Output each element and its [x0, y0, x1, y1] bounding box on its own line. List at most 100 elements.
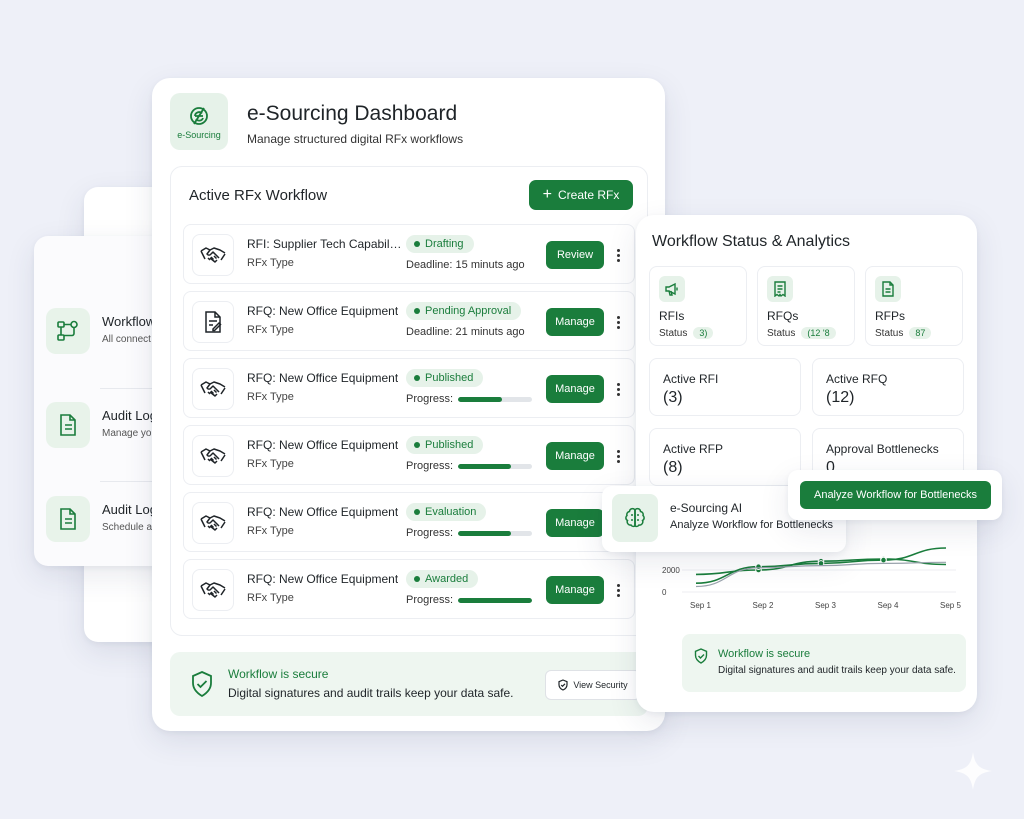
create-rfx-button[interactable]: + Create RFx	[529, 180, 633, 210]
stat-status-label: Status	[767, 327, 796, 339]
handshake-icon	[192, 569, 234, 611]
x-tick-label: Sep 5	[940, 601, 961, 610]
status-badge: Published	[406, 436, 484, 454]
rfx-row[interactable]: RFQ: New Office Equipment RFx Type Publish…	[183, 358, 635, 418]
progress-bar	[458, 463, 533, 469]
more-options-icon[interactable]	[612, 580, 624, 600]
x-tick-label: Sep 4	[878, 601, 899, 610]
status-badge: Awarded	[406, 570, 479, 588]
more-options-icon[interactable]	[612, 245, 624, 265]
status-dot	[414, 442, 420, 448]
audit-document-icon	[46, 402, 90, 448]
x-tick-label: Sep 1	[690, 601, 711, 610]
rfx-action-button[interactable]: Manage	[546, 576, 604, 604]
brain-icon	[612, 494, 658, 542]
back-card-subtitle: All connect	[102, 334, 151, 345]
rfx-type: RFx Type	[247, 324, 294, 336]
more-options-icon[interactable]	[612, 312, 624, 332]
analytics-card: Workflow Status & Analytics RFIs Status 3…	[636, 215, 977, 712]
progress-bar	[458, 396, 533, 402]
stat-card-rfis[interactable]: RFIs Status 3)	[649, 266, 747, 346]
progress-bar	[458, 597, 533, 603]
status-text: Awarded	[425, 573, 469, 585]
more-options-icon[interactable]	[612, 379, 624, 399]
y-tick-label: 0	[662, 588, 667, 597]
shield-icon	[558, 679, 568, 691]
status-text: Published	[425, 372, 474, 384]
status-dot	[414, 308, 420, 314]
status-text: Published	[425, 439, 474, 451]
deadline-label: Deadline: 15 minuts ago	[406, 259, 525, 271]
megaphone-icon	[659, 276, 685, 302]
back-card-title: Workflow	[102, 314, 156, 329]
stat-card-rfps[interactable]: RFPs Status 87	[865, 266, 963, 346]
logo: e-Sourcing	[170, 93, 228, 150]
status-dot	[414, 375, 420, 381]
rfx-action-button[interactable]: Manage	[546, 308, 604, 336]
analyze-workflow-button[interactable]: Analyze Workflow for Bottlenecks	[800, 481, 991, 509]
progress-label: Progress:	[406, 594, 454, 606]
create-rfx-label: Create RFx	[557, 188, 620, 202]
security-text: Digital signatures and audit trails keep…	[228, 686, 514, 700]
stat-status-label: Status	[875, 327, 904, 339]
stat-badge: 87	[909, 327, 932, 339]
metric-label: Active RFP	[663, 442, 724, 456]
view-security-button[interactable]: View Security	[545, 670, 641, 700]
workflow-line-chart: 2000 0 Sep 1 Sep 2 Sep 3 Sep 4 Sep 5	[662, 547, 961, 610]
series-point	[755, 563, 762, 571]
rfx-meta: Progress:	[406, 393, 533, 405]
metric-active-rfp: Active RFP (8)	[649, 428, 801, 486]
ai-title: e-Sourcing AI	[670, 501, 743, 515]
back-card-title: Audit Log	[102, 502, 157, 517]
rfx-meta: Deadline: 21 minuts ago	[406, 326, 525, 338]
progress-label: Progress:	[406, 393, 454, 405]
series-point	[880, 556, 887, 564]
panel-title: Active RFx Workflow	[189, 187, 328, 204]
status-badge: Drafting	[406, 235, 474, 253]
e-sourcing-logo-icon	[190, 106, 208, 125]
status-badge: Published	[406, 369, 484, 387]
rfx-name: RFQ: New Office Equipment	[247, 572, 399, 586]
rfx-type: RFx Type	[247, 525, 294, 537]
security-title: Workflow is secure	[718, 648, 811, 660]
back-card-subtitle: Schedule a	[102, 522, 153, 533]
rfx-row[interactable]: RFQ: New Office Equipment RFx Type Pending…	[183, 291, 635, 351]
status-dot	[414, 509, 420, 515]
progress-label: Progress:	[406, 527, 454, 539]
handshake-icon	[192, 368, 234, 410]
rfx-action-button[interactable]: Manage	[546, 509, 604, 537]
deadline-label: Deadline: 21 minuts ago	[406, 326, 525, 338]
workflow-icon	[46, 308, 90, 354]
rfx-meta: Progress:	[406, 460, 533, 472]
metric-active-rfi: Active RFI (3)	[649, 358, 801, 416]
handshake-icon	[192, 435, 234, 477]
rfx-action-button[interactable]: Manage	[546, 375, 604, 403]
rfx-row[interactable]: RFQ: New Office Equipment RFx Type Awarded…	[183, 559, 635, 619]
rfx-name: RFQ: New Office Equipment	[247, 371, 399, 385]
rfx-row[interactable]: RFQ: New Office Equipment RFx Type Evaluat…	[183, 492, 635, 552]
audit-document-icon	[46, 496, 90, 542]
stat-card-rfqs[interactable]: RFQs Status (12 '8	[757, 266, 855, 346]
rfx-meta: Progress:	[406, 594, 533, 606]
shield-check-icon	[694, 648, 708, 664]
metric-value: (3)	[663, 389, 683, 406]
rfx-row[interactable]: RFI: Supplier Tech Capabilities RFx Type D…	[183, 224, 635, 284]
progress-bar-fill	[458, 597, 533, 603]
status-badge: Pending Approval	[406, 302, 522, 320]
back-card-title: Audit Log	[102, 408, 157, 423]
page-subtitle: Manage structured digital RFx workflows	[247, 132, 464, 146]
rfx-action-button[interactable]: Review	[546, 241, 604, 269]
status-badge: Evaluation	[406, 503, 487, 521]
receipt-icon	[767, 276, 793, 302]
metric-label: Active RFI	[663, 372, 719, 386]
active-rfx-workflow-panel: Active RFx Workflow + Create RFx RFI: Su…	[170, 166, 648, 636]
rfx-row[interactable]: RFQ: New Office Equipment RFx Type Publish…	[183, 425, 635, 485]
status-text: Drafting	[425, 238, 464, 250]
series-line	[695, 561, 947, 588]
rfx-action-button[interactable]: Manage	[546, 442, 604, 470]
metric-value: (8)	[663, 459, 683, 476]
page-title: e-Sourcing Dashboard	[247, 102, 458, 125]
more-options-icon[interactable]	[612, 446, 624, 466]
rfx-name: RFI: Supplier Tech Capabilities	[247, 237, 403, 251]
y-tick-label: 2000	[662, 566, 680, 575]
